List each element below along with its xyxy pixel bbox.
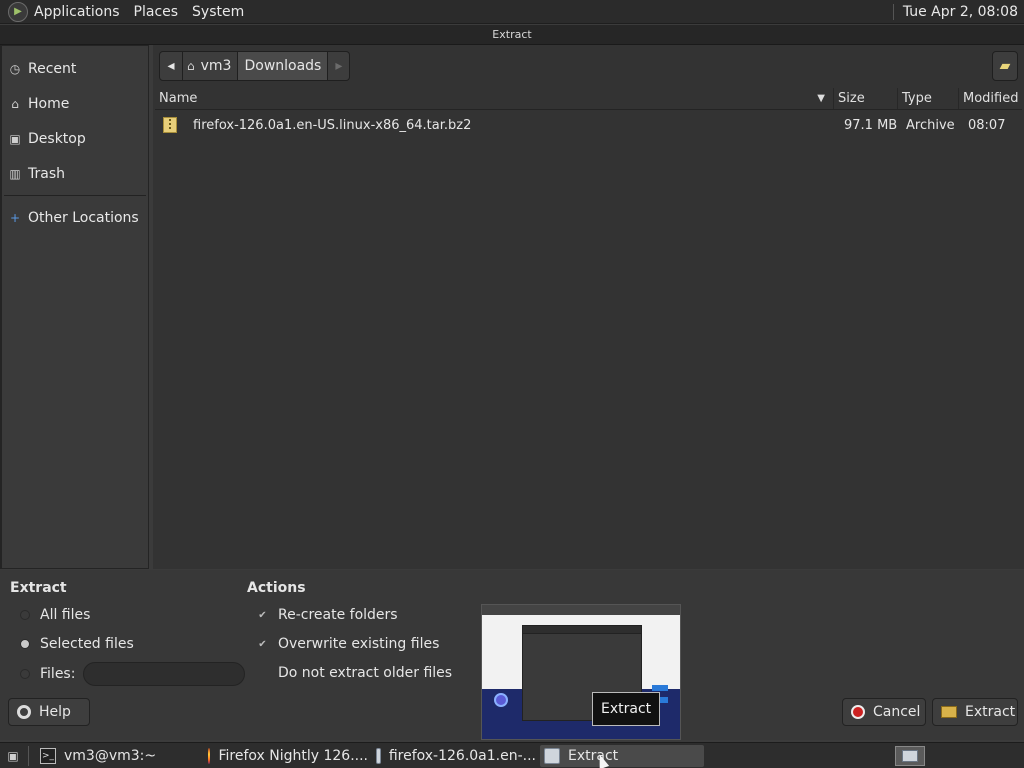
file-modified: 08:07 — [968, 117, 1006, 133]
help-button[interactable]: Help — [8, 698, 90, 726]
radio-button[interactable] — [20, 669, 30, 679]
checkmark-icon[interactable]: ✔ — [257, 610, 268, 621]
sidebar-item-home[interactable]: ⌂ Home — [2, 86, 148, 121]
clock[interactable]: Tue Apr 2, 08:08 — [903, 4, 1018, 20]
home-icon: ⌂ — [187, 59, 195, 73]
column-header-size[interactable]: Size — [834, 88, 898, 109]
file-browser: ◂ ⌂ vm3 Downloads ▸ ▰ Name ▼ Size Type M… — [153, 45, 1024, 569]
checkmark-icon[interactable]: ✔ — [257, 639, 268, 650]
path-forward-button[interactable]: ▸ — [328, 51, 351, 81]
desktop-icon: ▣ — [9, 131, 21, 146]
files-pattern-input[interactable] — [83, 662, 246, 686]
firefox-icon — [208, 747, 211, 764]
sidebar-separator — [4, 195, 146, 196]
column-header-type[interactable]: Type — [898, 88, 959, 109]
extract-button[interactable]: Extract — [932, 698, 1018, 726]
radio-button-checked[interactable] — [20, 639, 30, 649]
path-back-button[interactable]: ◂ — [159, 51, 183, 81]
sidebar-item-label: Home — [28, 95, 70, 112]
file-list-header: Name ▼ Size Type Modified — [155, 88, 1022, 110]
radio-all-files[interactable]: All files — [20, 607, 90, 623]
trash-icon: ▥ — [9, 166, 21, 181]
new-folder-button[interactable]: ▰ — [992, 51, 1018, 81]
home-icon: ⌂ — [11, 96, 19, 111]
chevron-right-icon: ▸ — [335, 58, 343, 74]
terminal-icon: >_ — [40, 747, 56, 764]
sidebar-item-label: Recent — [28, 60, 77, 77]
archive-file-icon — [163, 117, 177, 133]
menu-system[interactable]: System — [192, 4, 244, 20]
checkbox-recreate-folders[interactable]: ✔ Re-create folders — [257, 607, 397, 623]
file-size: 97.1 MB — [844, 117, 898, 133]
taskbar-item-firefox[interactable]: Firefox Nightly 126.... — [204, 745, 368, 767]
column-header-modified[interactable]: Modified — [959, 88, 1022, 109]
panel-separator — [892, 3, 895, 20]
sidebar-item-other-locations[interactable]: + Other Locations — [2, 200, 148, 235]
column-header-name[interactable]: Name ▼ — [155, 88, 834, 109]
archive-icon — [544, 747, 560, 764]
file-name: firefox-126.0a1.en-US.linux-x86_64.tar.b… — [193, 117, 472, 133]
radio-selected-files[interactable]: Selected files — [20, 636, 134, 652]
sort-descending-icon: ▼ — [817, 93, 825, 104]
checkbox-overwrite-files[interactable]: ✔ Overwrite existing files — [257, 636, 439, 652]
sidebar-item-desktop[interactable]: ▣ Desktop — [2, 121, 148, 156]
sidebar-item-label: Other Locations — [28, 209, 139, 226]
sidebar-item-recent[interactable]: ◷ Recent — [2, 51, 148, 86]
path-segment-label: vm3 — [200, 58, 232, 74]
extract-section-title: Extract — [10, 580, 67, 596]
top-panel: ▶ Applications Places System Tue Apr 2, … — [0, 0, 1024, 24]
window-title: Extract — [492, 28, 532, 41]
path-segment-current[interactable]: Downloads — [238, 51, 329, 81]
help-lifebuoy-icon — [17, 705, 31, 719]
bottom-taskbar: ▣ >_ vm3@vm3:~ Firefox Nightly 126.... f… — [0, 742, 1024, 768]
chevron-left-icon: ◂ — [167, 58, 175, 74]
menu-applications[interactable]: Applications — [34, 4, 120, 20]
taskbar-tooltip: Extract — [592, 692, 661, 726]
radio-files-pattern[interactable]: Files: — [20, 662, 246, 686]
taskbar-item-archive[interactable]: firefox-126.0a1.en-... — [372, 745, 536, 767]
cancel-button[interactable]: Cancel — [842, 698, 926, 726]
workspace-switcher[interactable] — [895, 746, 925, 766]
path-bar: ◂ ⌂ vm3 Downloads ▸ — [159, 51, 351, 81]
firefox-icon — [494, 693, 508, 707]
window-titlebar[interactable]: Extract — [0, 25, 1024, 45]
menu-logo-icon[interactable]: ▶ — [8, 1, 28, 22]
show-desktop-icon[interactable]: ▣ — [2, 746, 24, 766]
sidebar-item-label: Desktop — [28, 130, 86, 147]
sidebar-item-label: Trash — [28, 165, 65, 182]
actions-section-title: Actions — [247, 580, 306, 596]
places-sidebar: ◷ Recent ⌂ Home ▣ Desktop ▥ Trash + Othe… — [0, 45, 149, 569]
new-folder-icon: ▰ — [999, 58, 1011, 74]
sidebar-item-trash[interactable]: ▥ Trash — [2, 156, 148, 191]
file-row[interactable]: firefox-126.0a1.en-US.linux-x86_64.tar.b… — [155, 113, 1022, 137]
file-type: Archive — [906, 117, 955, 133]
radio-button[interactable] — [20, 610, 30, 620]
extract-archive-icon — [941, 706, 957, 718]
path-segment-label: Downloads — [244, 58, 322, 74]
menu-places[interactable]: Places — [134, 4, 179, 20]
cancel-icon — [851, 705, 865, 719]
checkbox-skip-older[interactable]: Do not extract older files — [257, 665, 452, 681]
taskbar-item-extract[interactable]: Extract — [540, 744, 704, 767]
path-segment-home[interactable]: ⌂ vm3 — [183, 51, 239, 81]
checkbox-empty[interactable] — [257, 668, 268, 679]
plus-icon: + — [9, 210, 21, 225]
taskbar-item-terminal[interactable]: >_ vm3@vm3:~ — [36, 745, 200, 767]
archive-icon — [376, 747, 381, 764]
clock-icon: ◷ — [9, 61, 21, 76]
